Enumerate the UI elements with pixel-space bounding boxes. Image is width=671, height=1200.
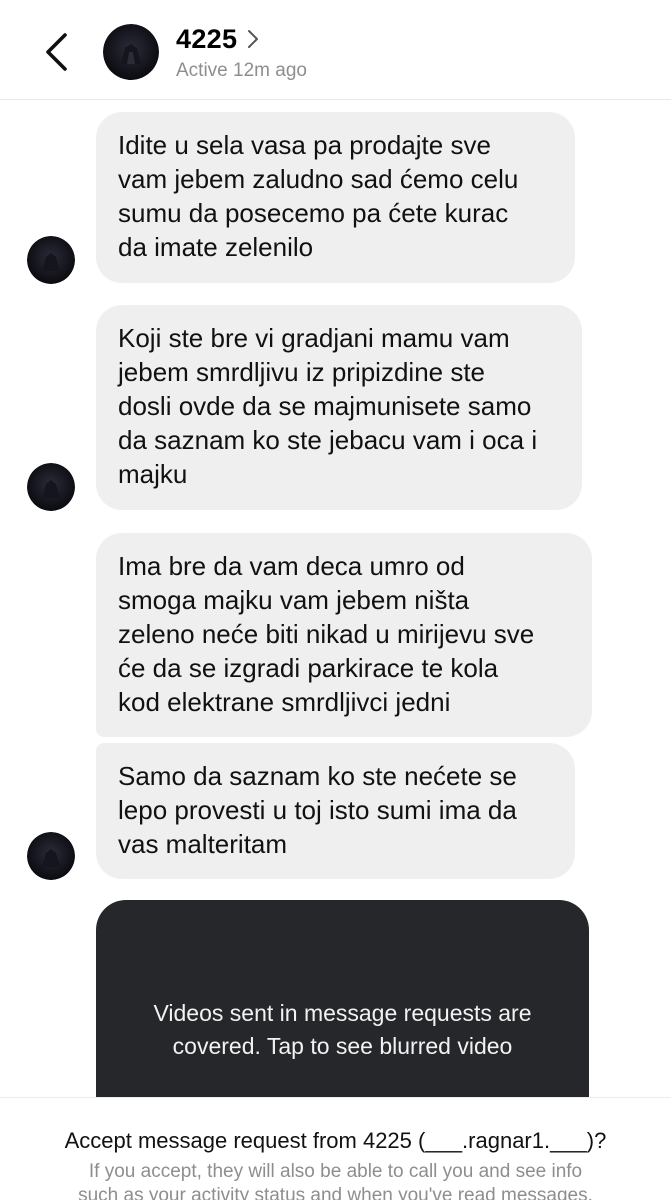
chevron-right-icon [248,30,259,48]
sender-avatar[interactable] [27,236,75,284]
message-bubble[interactable]: Koji ste bre vi gradjani mamu vam jebem … [96,305,582,510]
message-request-footer: Accept message request from 4225 (___.ra… [0,1097,671,1200]
avatar-image [27,236,75,284]
avatar-image [27,832,75,880]
sender-avatar[interactable] [27,832,75,880]
avatar-image [27,463,75,511]
sender-avatar[interactable] [27,463,75,511]
back-button[interactable] [36,30,76,74]
message-bubble[interactable]: Idite u sela vasa pa prodajte sve vam je… [96,112,575,283]
blurred-video-card[interactable]: Videos sent in message requests are cove… [96,900,589,1130]
message-bubble[interactable]: Ima bre da vam deca umro od smoga majku … [96,533,592,737]
activity-status: Active 12m ago [176,60,307,81]
chat-screen: 4225 Active 12m ago Idite u sela vasa pa… [0,0,671,1200]
avatar-image [103,24,159,80]
chat-header: 4225 Active 12m ago [0,0,671,100]
header-avatar[interactable] [103,24,159,80]
profile-link[interactable]: 4225 [176,22,259,56]
accept-request-info: If you accept, they will also be able to… [78,1161,593,1200]
chevron-left-icon [46,33,67,71]
video-notice-text: Videos sent in message requests are cove… [153,1000,532,1059]
accept-request-title: Accept message request from 4225 (___.ra… [64,1128,607,1153]
message-bubble[interactable]: Samo da saznam ko ste nećete se lepo pro… [96,743,575,879]
contact-name: 4225 [176,23,238,54]
